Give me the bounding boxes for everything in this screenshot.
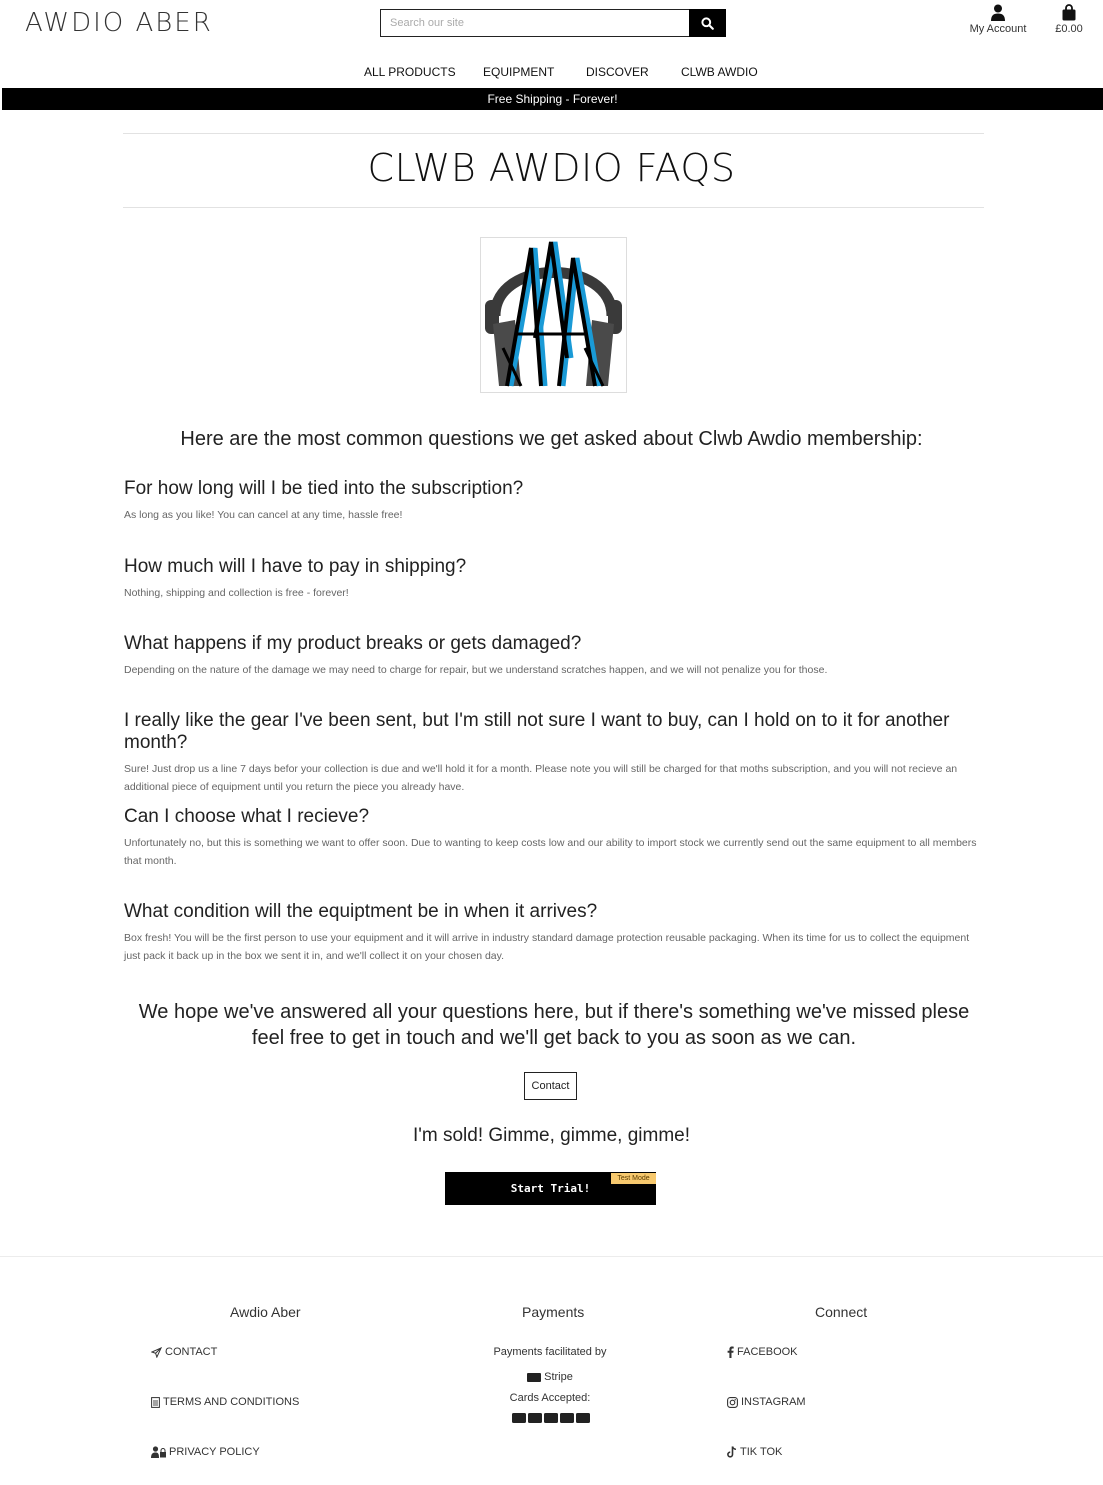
faq-question: Can I choose what I recieve?: [124, 806, 370, 827]
footer-link-facebook[interactable]: FACEBOOK: [727, 1346, 798, 1358]
faq-question: What condition will the equiptment be in…: [124, 901, 598, 922]
faq-answer: Sure! Just drop us a line 7 days befor y…: [124, 763, 958, 793]
cards-accepted-text: Cards Accepted:: [509, 1392, 591, 1404]
instagram-icon: [727, 1396, 738, 1408]
user-icon: [991, 4, 1005, 21]
search-input[interactable]: [380, 9, 689, 37]
test-mode-badge: Test Mode: [611, 1173, 656, 1184]
faq-answer: Unfortunately no, but this is something …: [124, 837, 977, 867]
footer-link-facebook-label: FACEBOOK: [737, 1346, 798, 1358]
title-divider-top: [123, 133, 984, 134]
stripe-icon: [527, 1372, 542, 1382]
my-account-label: My Account: [969, 23, 1027, 35]
payments-facilitated-text: Payments facilitated by: [493, 1346, 607, 1358]
faq-answer: Nothing, shipping and collection is free…: [124, 587, 349, 599]
footer-link-tiktok[interactable]: TIK TOK: [727, 1446, 782, 1458]
footer-link-privacy-label: PRIVACY POLICY: [169, 1446, 260, 1458]
footer-link-tiktok-label: TIK TOK: [740, 1446, 783, 1458]
faq-intro: Here are the most common questions we ge…: [180, 428, 923, 450]
mastercard-card-icon: [528, 1413, 542, 1423]
footer-link-terms[interactable]: TERMS AND CONDITIONS: [151, 1396, 299, 1408]
paper-plane-icon: [151, 1346, 162, 1358]
faq-question: I really like the gear I've been sent, b…: [124, 710, 950, 753]
faq-item: For how long will I be tied into the sub…: [124, 478, 984, 524]
page-title: CLWB AWDIO FAQS: [367, 146, 736, 190]
shopping-bag-icon: [1062, 4, 1076, 21]
search-form: [380, 9, 726, 37]
diners-card-icon: [576, 1413, 590, 1423]
footer-link-terms-label: TERMS AND CONDITIONS: [163, 1396, 300, 1408]
faq-answer: Box fresh! You will be the first person …: [124, 932, 970, 962]
free-shipping-banner: Free Shipping - Forever!: [2, 88, 1103, 110]
faq-question: What happens if my product breaks or get…: [124, 633, 582, 654]
footer-link-privacy[interactable]: PRIVACY POLICY: [151, 1446, 260, 1458]
nav-all-products[interactable]: ALL PRODUCTS: [364, 61, 456, 80]
my-account-link[interactable]: My Account: [968, 4, 1028, 35]
footer-col-connect-title: Connect: [815, 1304, 868, 1320]
card-icons: [512, 1413, 590, 1423]
nav-all-products-label[interactable]: ALL PRODUCTS: [364, 65, 456, 79]
faq-item: Can I choose what I recieve? Unfortunate…: [124, 806, 984, 870]
contact-button[interactable]: Contact: [524, 1072, 577, 1100]
title-divider-bottom: [123, 207, 984, 208]
tiktok-icon: [727, 1446, 737, 1458]
faq-answer: As long as you like! You can cancel at a…: [124, 509, 403, 521]
facebook-icon: [727, 1346, 734, 1358]
footer-col-awdio-aber-title: Awdio Aber: [230, 1304, 301, 1320]
faq-item: I really like the gear I've been sent, b…: [124, 710, 984, 796]
nav-clwb-awdio-label[interactable]: CLWB AWDIO: [681, 65, 758, 79]
site-logo[interactable]: AWDIO ABER: [25, 8, 213, 38]
faq-item: How much will I have to pay in shipping?…: [124, 556, 984, 602]
nav-equipment[interactable]: EQUIPMENT: [483, 61, 554, 80]
nav-discover[interactable]: DISCOVER: [586, 61, 649, 80]
faq-question: How much will I have to pay in shipping?: [124, 556, 467, 577]
search-button[interactable]: [689, 9, 726, 37]
footer-link-contact[interactable]: CONTACT: [151, 1346, 217, 1358]
visa-card-icon: [512, 1413, 526, 1423]
document-icon: [151, 1396, 160, 1408]
faq-item: What condition will the equiptment be in…: [124, 901, 984, 965]
faq-item: What happens if my product breaks or get…: [124, 633, 984, 679]
generic-card-icon: [544, 1413, 558, 1423]
nav-clwb-awdio[interactable]: CLWB AWDIO: [681, 61, 758, 80]
footer-link-instagram[interactable]: INSTAGRAM: [727, 1396, 806, 1408]
amex-card-icon: [560, 1413, 574, 1423]
cart-total: £0.00: [1055, 23, 1083, 35]
footer-divider: [0, 1256, 1103, 1257]
faq-closing-text: We hope we've answered all your question…: [138, 1001, 970, 1049]
headphones-logo-icon: [485, 241, 622, 387]
search-icon: [701, 16, 714, 30]
user-lock-icon: [151, 1446, 166, 1458]
cart-link[interactable]: £0.00: [1050, 4, 1088, 35]
clwb-awdio-logo-image: [480, 237, 627, 393]
nav-equipment-label[interactable]: EQUIPMENT: [483, 65, 554, 79]
sold-heading: I'm sold! Gimme, gimme, gimme!: [412, 1125, 691, 1146]
stripe-label: Stripe: [544, 1371, 573, 1383]
footer-link-contact-label: CONTACT: [165, 1346, 218, 1358]
footer-col-payments-title: Payments: [522, 1304, 585, 1320]
faq-answer: Depending on the nature of the damage we…: [124, 664, 828, 676]
stripe-badge: Stripe: [470, 1371, 630, 1383]
nav-discover-label[interactable]: DISCOVER: [586, 65, 649, 79]
faq-question: For how long will I be tied into the sub…: [124, 478, 524, 499]
footer-link-instagram-label: INSTAGRAM: [741, 1396, 806, 1408]
